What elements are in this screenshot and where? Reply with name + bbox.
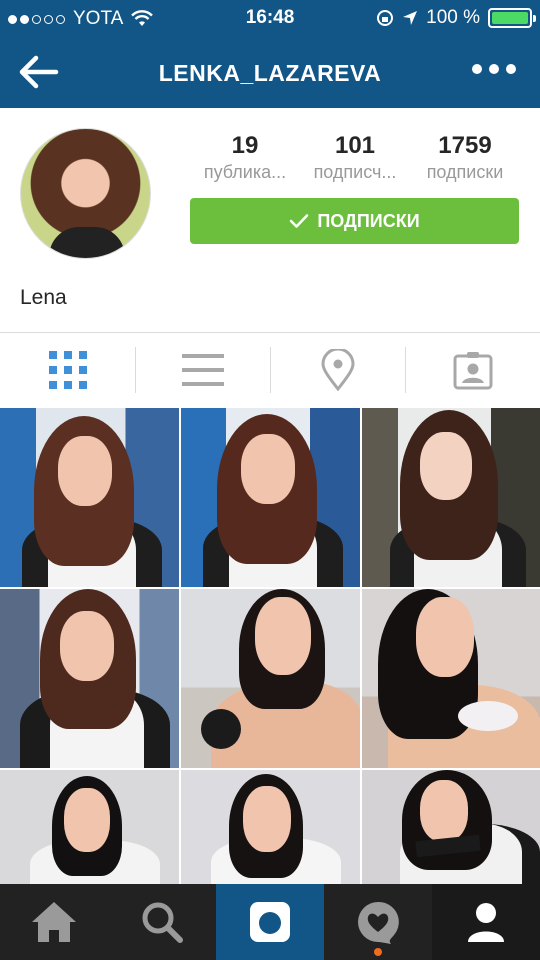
nav-camera[interactable] xyxy=(216,884,324,960)
battery-icon xyxy=(488,8,536,28)
profile-icon xyxy=(468,903,504,942)
nav-home[interactable] xyxy=(0,884,108,960)
status-bar: YOTA 16:48 100 % xyxy=(0,0,540,36)
grid-icon xyxy=(48,351,87,389)
tab-grid-view[interactable] xyxy=(0,333,135,407)
photo-thumbnail[interactable] xyxy=(181,408,360,587)
stat-posts-count: 19 xyxy=(231,132,259,159)
tab-list-view[interactable] xyxy=(135,333,270,407)
activity-notification-dot xyxy=(374,948,382,956)
following-button[interactable]: ПОДПИСКИ xyxy=(190,198,519,244)
avatar[interactable] xyxy=(20,128,151,259)
photo-thumbnail[interactable] xyxy=(362,408,540,587)
profile-name: Lena xyxy=(20,286,67,309)
more-dots-icon[interactable] xyxy=(472,64,516,74)
photo-thumbnail[interactable] xyxy=(362,770,540,885)
page-title: LENKA_LAZAREVA xyxy=(158,60,382,86)
photo-thumbnail[interactable] xyxy=(362,589,540,768)
stat-followers-count: 101 xyxy=(334,132,376,159)
camera-icon xyxy=(250,902,290,942)
bottom-navigation xyxy=(0,884,540,960)
location-arrow-icon xyxy=(403,11,418,25)
profile-section: 19 публика... 101 подписч... 1759 подпис… xyxy=(0,108,540,333)
stat-following-label: подписки xyxy=(426,162,504,182)
photo-thumbnail[interactable] xyxy=(0,408,179,587)
tagged-person-icon xyxy=(453,352,492,390)
stat-following-count: 1759 xyxy=(438,132,492,159)
nav-explore[interactable] xyxy=(108,884,216,960)
photo-grid xyxy=(0,408,540,885)
view-tabs xyxy=(0,333,540,407)
stat-posts-label: публика... xyxy=(203,162,287,182)
top-bar: YOTA 16:48 100 % LENKA_LAZAREVA xyxy=(0,0,540,108)
list-icon xyxy=(181,354,224,386)
heart-bubble-icon xyxy=(358,901,399,944)
stat-followers[interactable]: 101 подписч... xyxy=(300,132,410,183)
rotation-lock-icon xyxy=(377,10,394,26)
photo-thumbnail[interactable] xyxy=(181,770,360,885)
battery-percent: 100 % xyxy=(426,7,480,28)
stat-posts[interactable]: 19 публика... xyxy=(190,132,300,183)
profile-header: LENKA_LAZAREVA xyxy=(0,36,540,108)
nav-profile[interactable] xyxy=(432,884,540,960)
check-icon xyxy=(290,214,309,228)
stat-followers-label: подписч... xyxy=(313,162,397,182)
photo-thumbnail[interactable] xyxy=(0,589,179,768)
profile-stats: 19 публика... 101 подписч... 1759 подпис… xyxy=(190,132,520,183)
photo-thumbnail[interactable] xyxy=(0,770,179,885)
tab-map-view[interactable] xyxy=(270,333,405,407)
stat-following[interactable]: 1759 подписки xyxy=(410,132,520,183)
tab-tagged-view[interactable] xyxy=(405,333,540,407)
location-pin-icon xyxy=(320,349,355,391)
home-icon xyxy=(32,902,76,942)
nav-activity[interactable] xyxy=(324,884,432,960)
photo-thumbnail[interactable] xyxy=(181,589,360,768)
following-button-label: ПОДПИСКИ xyxy=(317,210,420,231)
search-icon xyxy=(142,902,183,943)
